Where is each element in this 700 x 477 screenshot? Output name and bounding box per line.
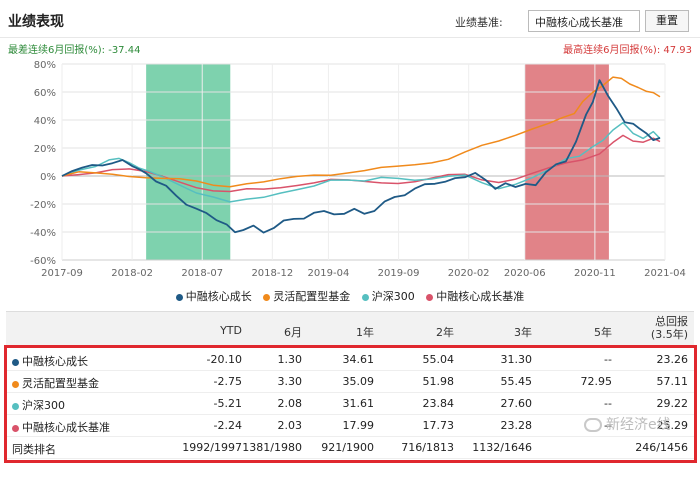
y-tick-label: 40% bbox=[34, 116, 56, 127]
x-tick-label: 2018-07 bbox=[181, 268, 223, 279]
shaded-periods bbox=[146, 64, 609, 260]
legend-dot bbox=[263, 293, 271, 301]
x-tick-label: 2017-09 bbox=[41, 268, 83, 279]
y-tick-label: 60% bbox=[34, 88, 56, 99]
header-total: 总回报 (3.5年) bbox=[651, 315, 688, 341]
benchmark-label: 业绩基准: bbox=[455, 16, 503, 29]
x-tick-label: 2019-09 bbox=[378, 268, 420, 279]
shaded-band-worst-6m bbox=[146, 64, 231, 260]
header-1y: 1年 bbox=[356, 326, 374, 339]
legend-dot bbox=[426, 293, 434, 301]
highlight-box bbox=[4, 345, 697, 463]
y-tick-label: -40% bbox=[30, 228, 56, 239]
page-title: 业绩表现 bbox=[8, 14, 64, 30]
benchmark-select[interactable]: 中融核心成长基准 bbox=[528, 10, 640, 32]
x-axis-labels: 2017-09 2018-02 2018-07 2018-12 2019-04 2019-… bbox=[41, 268, 686, 279]
x-tick-label: 2021-04 bbox=[644, 268, 686, 279]
table-header: YTD 6月 1年 2年 3年 5年 总回报 (3.5年) bbox=[6, 311, 694, 347]
performance-header: 业绩表现 业绩基准: 中融核心成长基准 重置 bbox=[0, 0, 700, 38]
chart-legend: 中融核心成长 灵活配置型基金 沪深300 中融核心成长基准 bbox=[0, 288, 700, 306]
y-tick-label: 80% bbox=[34, 60, 56, 71]
x-tick-label: 2018-12 bbox=[251, 268, 293, 279]
header-total-line1: 总回报 bbox=[655, 315, 688, 328]
x-tick-label: 2020-02 bbox=[448, 268, 490, 279]
x-tick-label: 2020-06 bbox=[504, 268, 546, 279]
legend-label: 中融核心成长 bbox=[185, 290, 252, 303]
y-axis-labels: 80% 60% 40% 20% 0% -20% -40% -60% bbox=[30, 60, 56, 267]
legend-item-fund[interactable]: 中融核心成长 bbox=[175, 288, 252, 304]
x-tick-label: 2019-04 bbox=[308, 268, 350, 279]
header-ytd: YTD bbox=[220, 324, 242, 337]
legend-dot bbox=[175, 293, 183, 301]
reset-button[interactable]: 重置 bbox=[645, 10, 689, 32]
performance-chart: 80% 60% 40% 20% 0% -20% -40% -60% 2017-09 2018-0… bbox=[30, 60, 686, 279]
legend-item-csi300[interactable]: 沪深300 bbox=[361, 288, 415, 304]
watermark-text: 新经济e线 bbox=[606, 417, 671, 433]
legend-item-benchmark[interactable]: 中融核心成长基准 bbox=[426, 288, 524, 304]
y-tick-label: 20% bbox=[34, 144, 56, 155]
legend-label: 中融核心成长基准 bbox=[436, 290, 525, 303]
y-tick-label: -60% bbox=[30, 256, 56, 267]
header-total-line2: (3.5年) bbox=[650, 328, 688, 341]
x-tick-label: 2018-02 bbox=[111, 268, 153, 279]
header-3y: 3年 bbox=[514, 326, 532, 339]
legend-item-peer[interactable]: 灵活配置型基金 bbox=[263, 288, 350, 304]
wechat-icon bbox=[584, 418, 602, 432]
watermark: 新经济e线 bbox=[584, 414, 692, 438]
y-tick-label: 0% bbox=[40, 172, 56, 183]
header-2y: 2年 bbox=[436, 326, 454, 339]
y-tick-label: -20% bbox=[30, 200, 56, 211]
legend-label: 沪深300 bbox=[371, 290, 415, 303]
legend-label: 灵活配置型基金 bbox=[273, 290, 351, 303]
header-5y: 5年 bbox=[594, 326, 612, 339]
x-tick-label: 2020-11 bbox=[574, 268, 616, 279]
header-6m: 6月 bbox=[284, 326, 302, 339]
legend-dot bbox=[361, 293, 369, 301]
